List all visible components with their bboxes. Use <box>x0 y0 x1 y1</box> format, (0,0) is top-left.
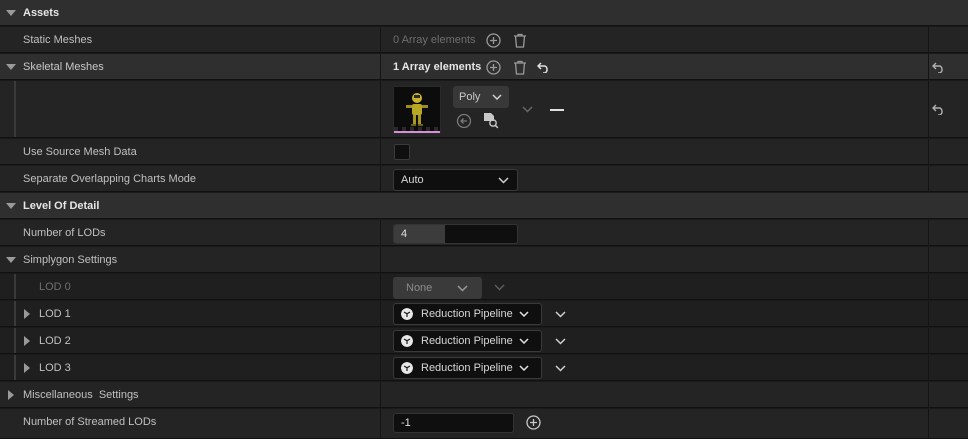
lod-1-value: Reduction Pipeline <box>421 308 513 320</box>
row-lod-3: LOD 3 Reduction Pipeline <box>0 355 968 381</box>
row-miscellaneous-settings[interactable]: Miscellaneous Settings <box>0 382 968 408</box>
expand-icon[interactable] <box>6 203 16 209</box>
use-selected-asset-icon[interactable] <box>456 113 472 129</box>
reset-to-default-icon[interactable] <box>932 104 945 115</box>
thumbnail-underline <box>394 131 440 133</box>
chevron-down-icon <box>519 311 529 317</box>
row-simplygon-settings[interactable]: Simplygon Settings <box>0 247 968 273</box>
number-of-lods-input[interactable]: 4 <box>393 224 518 244</box>
lod-0-value: None <box>406 282 433 294</box>
category-lod-label: Level Of Detail <box>23 200 100 212</box>
collapse-icon[interactable] <box>8 390 14 400</box>
streamed-lods-value: -1 <box>401 417 411 429</box>
row-static-meshes: Static Meshes 0 Array elements <box>0 27 968 53</box>
pipeline-icon <box>401 335 413 347</box>
chevron-down-icon <box>498 177 509 184</box>
lod-3-label: LOD 3 <box>39 362 71 374</box>
row-lod-0: LOD 0 None <box>0 274 968 300</box>
chevron-down-icon[interactable] <box>555 338 566 345</box>
browse-asset-icon[interactable] <box>482 112 499 129</box>
trash-icon[interactable] <box>513 60 527 75</box>
category-level-of-detail[interactable]: Level Of Detail <box>0 193 968 219</box>
overlap-mode-label: Separate Overlapping Charts Mode <box>23 173 197 185</box>
number-of-lods-value: 4 <box>401 228 408 240</box>
reset-to-default-icon[interactable] <box>537 62 550 73</box>
chevron-down-icon <box>492 94 502 100</box>
lod-0-dropdown[interactable]: None <box>393 277 482 299</box>
collapse-icon[interactable] <box>24 363 30 373</box>
lod-3-pipeline-dropdown[interactable]: Reduction Pipeline <box>393 357 542 379</box>
static-meshes-count: 0 Array elements <box>393 34 476 46</box>
chevron-down-icon[interactable] <box>555 365 566 372</box>
miscellaneous-settings-label: Miscellaneous Settings <box>23 389 139 401</box>
collapse-icon[interactable] <box>24 309 30 319</box>
trash-icon[interactable] <box>513 33 527 48</box>
row-lod-1: LOD 1 Reduction Pipeline <box>0 301 968 327</box>
poly-dropdown[interactable]: Poly <box>453 86 509 108</box>
chevron-down-icon[interactable] <box>494 284 505 291</box>
number-of-lods-label: Number of LODs <box>23 227 106 239</box>
simplygon-settings-label: Simplygon Settings <box>23 254 118 266</box>
pipeline-icon <box>401 308 413 320</box>
streamed-lods-label: Number of Streamed LODs <box>23 416 157 428</box>
use-source-mesh-label: Use Source Mesh Data <box>23 146 137 158</box>
add-override-icon[interactable] <box>526 415 541 430</box>
chevron-down-icon[interactable] <box>555 311 566 318</box>
chevron-down-icon <box>519 338 529 344</box>
category-assets[interactable]: Assets <box>0 0 968 26</box>
mesh-thumbnail[interactable] <box>393 86 441 134</box>
row-skeletal-meshes[interactable]: Skeletal Meshes 1 Array elements <box>0 54 968 80</box>
add-element-icon[interactable] <box>486 33 501 48</box>
use-source-mesh-checkbox[interactable] <box>394 144 410 160</box>
row-lod-2: LOD 2 Reduction Pipeline <box>0 328 968 354</box>
add-element-icon[interactable] <box>486 60 501 75</box>
expand-icon[interactable] <box>6 64 16 70</box>
streamed-lods-input[interactable]: -1 <box>393 413 514 433</box>
skeletal-meshes-count: 1 Array elements <box>393 61 482 73</box>
collapse-icon[interactable] <box>24 336 30 346</box>
poly-label: Poly <box>459 91 481 103</box>
row-streamed-lods: Number of Streamed LODs -1 <box>0 409 968 439</box>
lod-3-value: Reduction Pipeline <box>421 362 513 374</box>
row-overlap-mode: Separate Overlapping Charts Mode Auto <box>0 166 968 192</box>
row-skeletal-mesh-entry: Poly <box>0 81 968 138</box>
lod-1-pipeline-dropdown[interactable]: Reduction Pipeline <box>393 303 542 325</box>
chevron-down-icon <box>519 365 529 371</box>
skeletal-meshes-label: Skeletal Meshes <box>23 61 104 73</box>
expand-icon[interactable] <box>6 10 16 16</box>
row-use-source-mesh: Use Source Mesh Data <box>0 139 968 165</box>
lod-0-label: LOD 0 <box>39 281 71 293</box>
chevron-down-icon <box>457 285 468 292</box>
lod-2-value: Reduction Pipeline <box>421 335 513 347</box>
category-assets-label: Assets <box>23 7 60 19</box>
reset-to-default-icon[interactable] <box>932 62 945 73</box>
chevron-down-icon[interactable] <box>522 106 533 113</box>
remove-element-icon[interactable] <box>550 109 564 111</box>
overlap-mode-dropdown[interactable]: Auto <box>393 169 518 191</box>
lod-2-label: LOD 2 <box>39 335 71 347</box>
lod-2-pipeline-dropdown[interactable]: Reduction Pipeline <box>393 330 542 352</box>
details-panel: Assets Static Meshes 0 Array elements Sk… <box>0 0 968 439</box>
overlap-mode-value: Auto <box>401 174 424 186</box>
lod-1-label: LOD 1 <box>39 308 71 320</box>
character-preview-image <box>394 93 438 131</box>
static-meshes-label: Static Meshes <box>23 34 93 46</box>
row-number-of-lods: Number of LODs 4 <box>0 220 968 246</box>
pipeline-icon <box>401 362 413 374</box>
expand-icon[interactable] <box>6 257 16 263</box>
